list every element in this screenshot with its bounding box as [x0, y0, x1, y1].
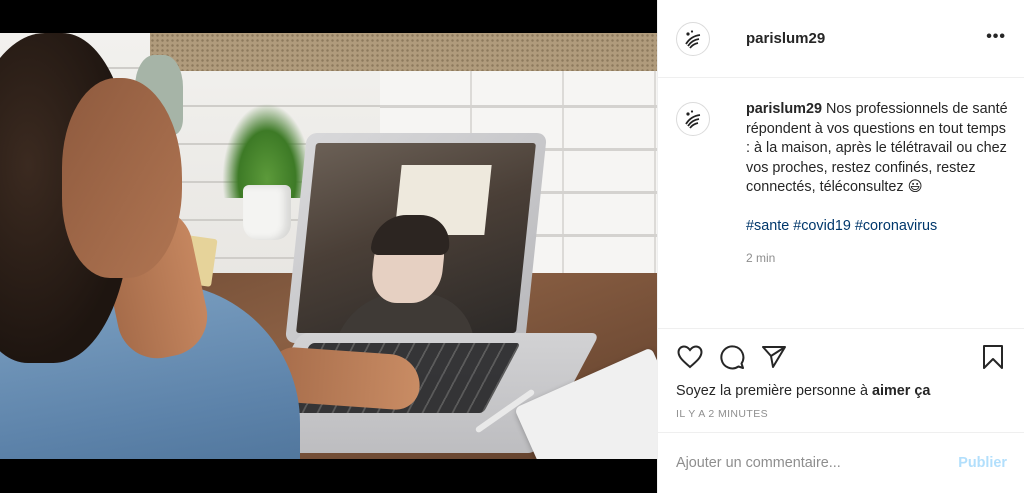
comment-icon[interactable] [718, 343, 746, 371]
photo-scene [0, 33, 657, 459]
post-image[interactable] [0, 0, 657, 493]
more-options-button[interactable]: ••• [986, 28, 1006, 46]
action-icons-row [676, 341, 1007, 373]
post-timestamp[interactable]: IL Y A 2 MINUTES [676, 408, 1007, 420]
post-side-panel: parislum29 ••• parislum29 Nos profession… [657, 0, 1024, 493]
logo-icon[interactable] [676, 21, 710, 56]
header-username[interactable]: parislum29 [746, 30, 825, 47]
hashtag-link[interactable]: #sante [746, 218, 789, 234]
post-actions: Soyez la première personne à aimer ça IL… [658, 328, 1024, 420]
caption-body: parislum29 Nos professionnels de santé r… [746, 100, 1008, 269]
heart-icon[interactable] [676, 343, 704, 371]
publish-button[interactable]: Publier [958, 455, 1007, 471]
caption-username[interactable]: parislum29 [746, 101, 822, 117]
scene-person-face [62, 78, 182, 278]
scene-cork-shelf [150, 33, 657, 71]
logo-icon[interactable] [676, 102, 710, 136]
scene-laptop-screen [296, 143, 536, 333]
likes-prefix: Soyez la première personne à [676, 383, 872, 399]
instagram-post-modal: parislum29 ••• parislum29 Nos profession… [0, 0, 1024, 493]
scene-plant-pot [243, 185, 291, 240]
scene-plant [222, 103, 312, 198]
post-header: parislum29 ••• [658, 0, 1024, 78]
caption-timestamp: 2 min [746, 251, 776, 265]
comment-bar: Publier [658, 432, 1024, 493]
hashtags: #sante #covid19 #coronavirus [746, 217, 1008, 237]
caption-text-block: parislum29 Nos professionnels de santé r… [746, 100, 1008, 198]
post-caption: parislum29 Nos professionnels de santé r… [676, 100, 1016, 269]
hashtag-link[interactable]: #covid19 [793, 218, 851, 234]
likes-text: Soyez la première personne à aimer ça [676, 383, 1007, 399]
like-link[interactable]: aimer ça [872, 383, 930, 399]
comment-input[interactable] [676, 455, 959, 471]
share-icon[interactable] [760, 343, 788, 371]
hashtag-link[interactable]: #coronavirus [855, 218, 937, 234]
bookmark-icon[interactable] [979, 343, 1007, 371]
